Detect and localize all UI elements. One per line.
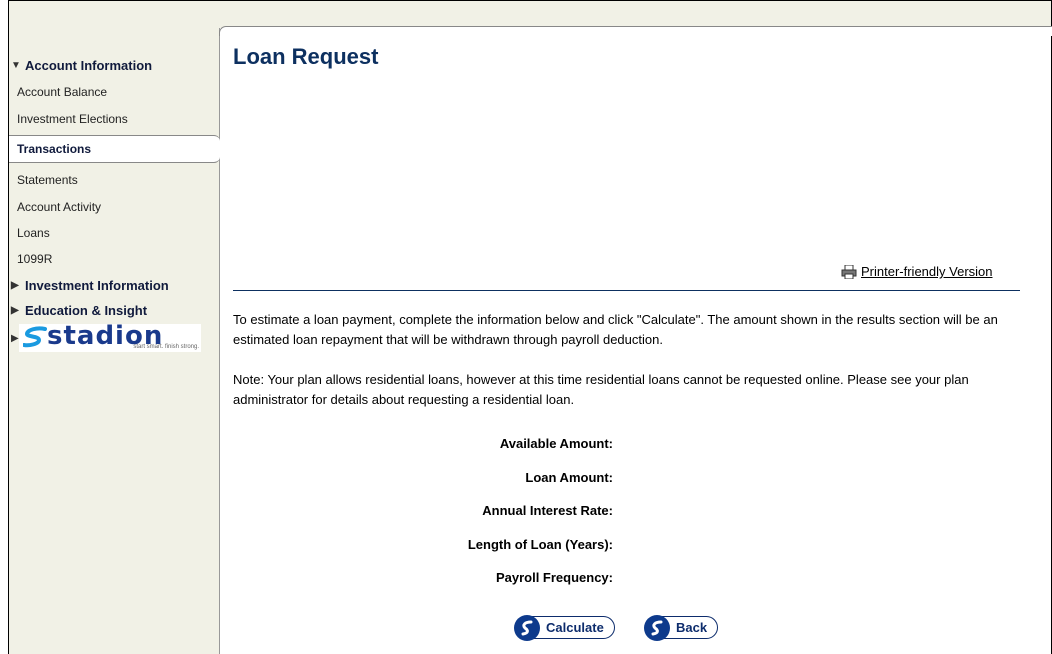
printer-friendly-link[interactable]: Printer-friendly Version (841, 264, 993, 279)
length-of-loan-label: Length of Loan (Years): (467, 537, 613, 552)
sidebar-item-account-balance[interactable]: Account Balance (17, 85, 107, 99)
loan-amount-label: Loan Amount: (525, 470, 613, 485)
available-amount-label: Available Amount: (499, 436, 613, 451)
printer-icon (841, 264, 857, 279)
sidebar-section-account-information[interactable]: ▼ Account Information (11, 58, 152, 73)
sidebar-item-1099r[interactable]: 1099R (17, 252, 52, 266)
sidebar-section-label: Account Information (25, 58, 153, 73)
swoosh-icon (644, 614, 670, 641)
content-panel-corner (219, 26, 1052, 36)
sidebar-item-transactions-label: Transactions (17, 142, 92, 156)
back-button-label: Back (676, 620, 708, 635)
intro-text: To estimate a loan payment, complete the… (233, 312, 998, 347)
triangle-right-icon: ▶ (11, 305, 19, 316)
swoosh-icon (514, 614, 540, 641)
app-frame: ▼ Account Information Account Balance In… (8, 0, 1052, 654)
calculate-button[interactable]: Calculate (514, 614, 615, 641)
triangle-right-icon: ▶ (11, 333, 19, 344)
triangle-down-icon: ▼ (11, 60, 21, 71)
swoosh-icon (23, 326, 47, 348)
sidebar-section-education-insight[interactable]: ▶ Education & Insight (11, 303, 147, 318)
annual-interest-rate-label: Annual Interest Rate: (482, 503, 613, 518)
divider (233, 290, 1020, 291)
logo-tagline: start smart. finish strong. (133, 344, 199, 350)
sidebar-section-label: Education & Insight (25, 303, 148, 318)
page-title: Loan Request (233, 44, 379, 69)
back-button[interactable]: Back (644, 614, 719, 641)
note-text: Note: Your plan allows residential loans… (233, 372, 969, 407)
top-bar (9, 0, 1051, 28)
sidebar-item-investment-elections[interactable]: Investment Elections (17, 112, 128, 126)
printer-link-label: Printer-friendly Version (861, 264, 993, 279)
stadion-logo[interactable]: stadion start smart. finish strong. (19, 321, 201, 352)
sidebar-item-statements[interactable]: Statements (17, 173, 78, 187)
sidebar-section-label: Investment Information (25, 278, 169, 293)
triangle-right-icon: ▶ (11, 280, 19, 291)
calculate-button-label: Calculate (546, 620, 604, 635)
payroll-frequency-label: Payroll Frequency: (495, 570, 613, 585)
sidebar-item-account-activity[interactable]: Account Activity (17, 200, 101, 214)
sidebar-section-investment-information[interactable]: ▶ Investment Information (11, 278, 169, 293)
sidebar-item-loans[interactable]: Loans (17, 226, 50, 240)
